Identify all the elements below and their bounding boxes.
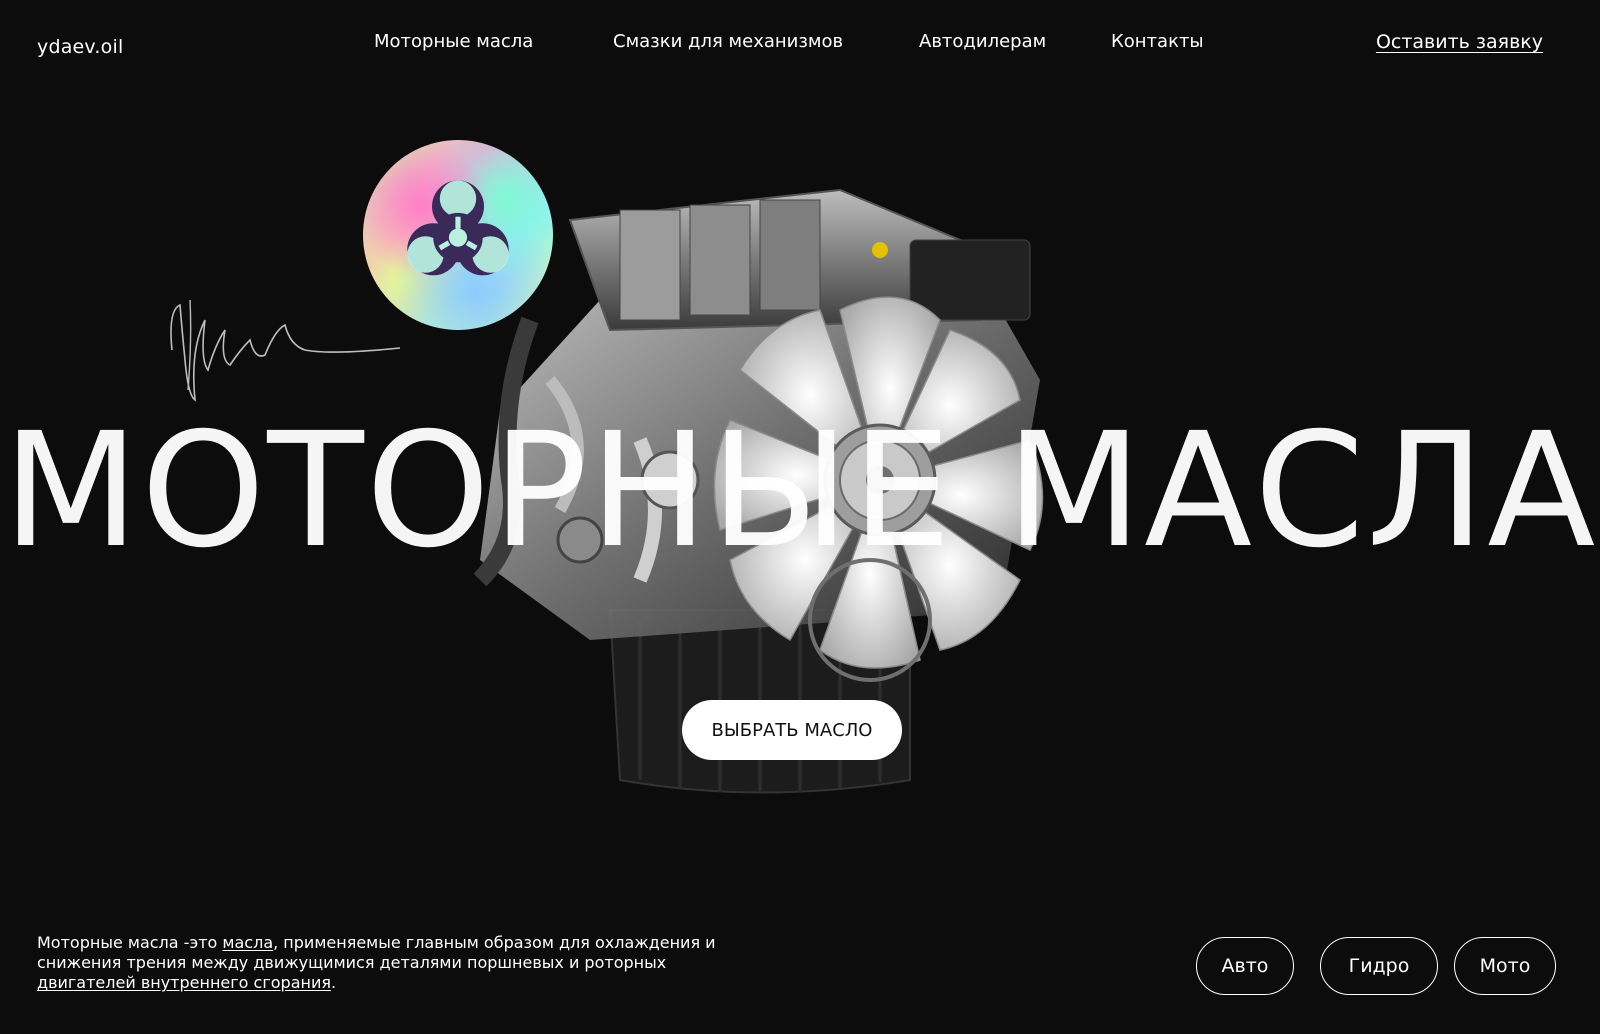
nav-contacts[interactable]: Контакты [1111, 31, 1204, 52]
engines-link[interactable]: двигателей внутреннего сгорания [37, 973, 331, 992]
description-text: Моторные масла -это масла, применяемые г… [37, 933, 757, 993]
description-part-3: . [330, 973, 337, 992]
site-logo[interactable]: ydaev.oil [37, 36, 123, 58]
nav-motor-oils[interactable]: Моторные масла [374, 31, 533, 52]
nav-lubricants[interactable]: Смазки для механизмов [613, 31, 843, 52]
choose-oil-button[interactable]: ВЫБРАТЬ МАСЛО [682, 700, 902, 760]
description-part-1: Моторные масла -это [37, 933, 223, 952]
leave-request-link[interactable]: Оставить заявку [1376, 31, 1543, 53]
hero-title: МОТОРНЫЕ МАСЛА [2, 399, 1598, 583]
biohazard-icon [407, 180, 509, 276]
nav-dealers[interactable]: Автодилерам [919, 31, 1046, 52]
category-moto-button[interactable]: Мото [1454, 937, 1556, 995]
category-auto-button[interactable]: Авто [1196, 937, 1294, 995]
oils-link[interactable]: масла [222, 933, 273, 952]
signature-image [170, 299, 401, 402]
category-hydro-button[interactable]: Гидро [1320, 937, 1438, 995]
